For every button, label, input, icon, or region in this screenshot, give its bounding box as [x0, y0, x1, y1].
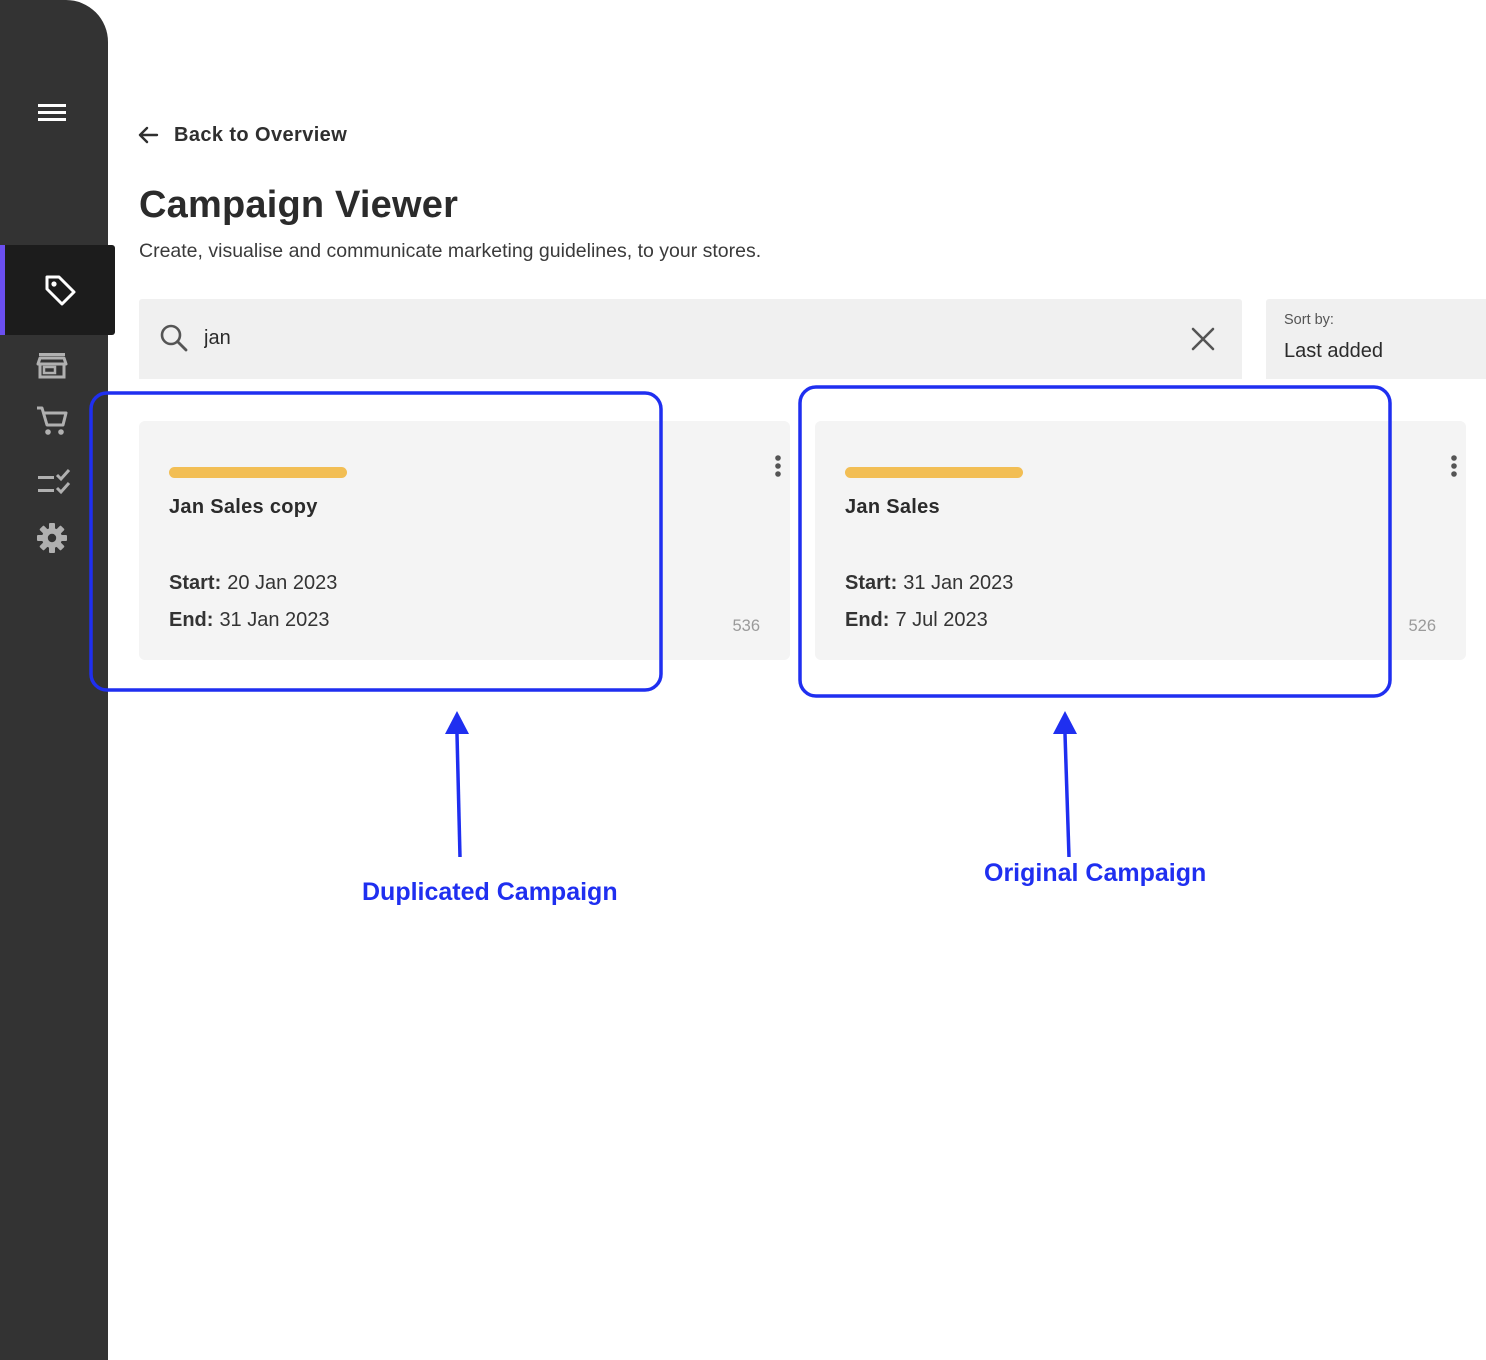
menu-icon[interactable]: [36, 98, 68, 130]
tag-icon: [45, 275, 76, 306]
more-options-icon[interactable]: [1448, 453, 1460, 483]
campaign-title: Jan Sales: [845, 496, 940, 518]
campaign-end-date: End: 31 Jan 2023: [169, 609, 330, 632]
gear-icon: [37, 523, 67, 553]
campaign-card[interactable]: Jan Sales copy Start: 20 Jan 2023 End: 31 …: [139, 421, 790, 660]
search-input[interactable]: [204, 318, 1164, 358]
campaign-card[interactable]: Jan Sales Start: 31 Jan 2023 End: 7 Jul 20…: [815, 421, 1466, 660]
sidebar-item-settings[interactable]: [34, 520, 70, 556]
sort-select[interactable]: Sort by: Last added: [1266, 299, 1486, 379]
arrow-left-icon: [138, 126, 159, 144]
status-bar: [169, 467, 347, 478]
page-subtitle: Create, visualise and communicate market…: [139, 240, 762, 262]
end-value: 31 Jan 2023: [219, 609, 330, 631]
sidebar-item-campaigns[interactable]: [0, 245, 115, 335]
campaign-title: Jan Sales copy: [169, 496, 318, 518]
sidebar: [0, 0, 115, 1360]
more-options-icon[interactable]: [772, 453, 784, 483]
end-label: End:: [169, 609, 214, 631]
start-label: Start:: [845, 572, 898, 594]
page-title: Campaign Viewer: [139, 184, 459, 226]
start-value: 20 Jan 2023: [227, 572, 338, 594]
store-icon: [36, 353, 68, 379]
checklist-icon: [38, 469, 71, 495]
end-label: End:: [845, 609, 890, 631]
campaign-start-date: Start: 31 Jan 2023: [845, 572, 1013, 595]
original-arrow-shaft: [1063, 733, 1071, 858]
campaign-id: 526: [1408, 617, 1436, 635]
campaign-end-date: End: 7 Jul 2023: [845, 609, 988, 632]
end-value: 7 Jul 2023: [895, 609, 988, 631]
active-indicator: [0, 245, 5, 335]
sidebar-item-stores[interactable]: [34, 347, 70, 383]
start-value: 31 Jan 2023: [903, 572, 1014, 594]
campaign-id: 536: [732, 617, 760, 635]
start-label: Start:: [169, 572, 222, 594]
sidebar-item-tasks[interactable]: [36, 466, 72, 502]
back-to-overview-link[interactable]: Back to Overview: [136, 120, 347, 150]
status-bar: [845, 467, 1023, 478]
back-link-label: Back to Overview: [174, 123, 348, 146]
duplicated-arrow-head: [445, 711, 469, 734]
clear-search-icon[interactable]: [1188, 324, 1218, 354]
duplicated-arrow-shaft: [455, 733, 462, 858]
annotation-duplicated-label: Duplicated Campaign: [362, 878, 618, 906]
shopping-cart-icon: [37, 406, 68, 435]
search-icon: [160, 324, 188, 352]
original-arrow-head: [1053, 711, 1077, 734]
annotation-original-label: Original Campaign: [984, 859, 1207, 887]
sidebar-item-orders[interactable]: [34, 403, 70, 439]
sort-label: Sort by:: [1284, 312, 1334, 328]
campaign-start-date: Start: 20 Jan 2023: [169, 572, 337, 595]
sort-value: Last added: [1284, 340, 1383, 362]
